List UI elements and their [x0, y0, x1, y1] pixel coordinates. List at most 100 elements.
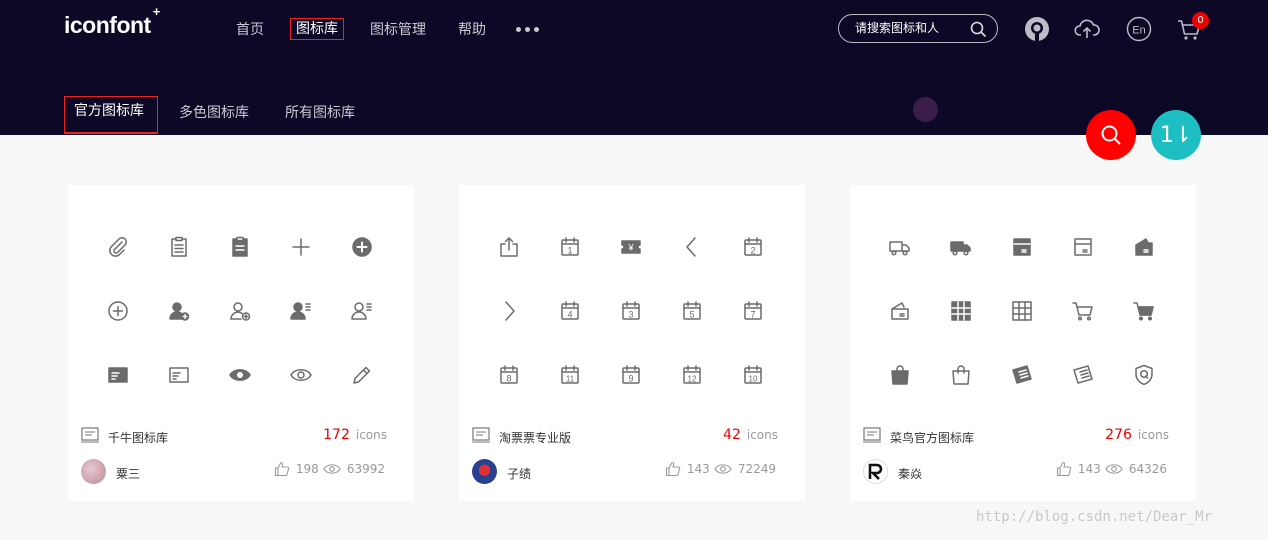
icon-preview-grid: 1 ¥2 4 3 5 7 8 11 9 12 10	[478, 215, 784, 407]
book-filled-icon[interactable]	[991, 343, 1052, 407]
truck-filled-icon[interactable]	[930, 215, 991, 279]
calendar-12-icon[interactable]: 12	[661, 343, 722, 407]
library-card[interactable]: 千牛图标库 172 icons 粟三 198 63992	[68, 185, 414, 501]
r-logo-icon	[868, 463, 882, 480]
thumbs-up-icon[interactable]	[274, 461, 290, 477]
calendar-10-icon[interactable]: 10	[722, 343, 783, 407]
book-outline-icon[interactable]	[1052, 343, 1113, 407]
top-header: iconfont+ 首页 图标库 图标管理 帮助 请搜索图标和人 En 0 官方…	[0, 0, 1268, 135]
calendar-9-icon[interactable]: 9	[600, 343, 661, 407]
github-icon[interactable]	[1024, 16, 1050, 42]
calendar-2-icon[interactable]: 2	[722, 215, 783, 279]
plus-circle-filled-icon[interactable]	[331, 215, 392, 279]
upload-cloud-icon[interactable]	[1074, 16, 1100, 42]
svg-text:8: 8	[506, 373, 511, 383]
shield-q-icon[interactable]	[1113, 343, 1174, 407]
clipboard-filled-icon[interactable]	[209, 215, 270, 279]
search-input[interactable]: 请搜索图标和人	[838, 14, 998, 43]
search-icon[interactable]	[970, 21, 987, 38]
language-en-icon[interactable]: En	[1126, 16, 1152, 42]
avatar[interactable]	[81, 459, 106, 484]
icon-count-unit: icons	[1137, 428, 1169, 442]
chevron-left-icon[interactable]	[661, 215, 722, 279]
tab-official-library[interactable]: 官方图标库	[64, 96, 158, 134]
tab-multicolor-library[interactable]: 多色图标库	[179, 102, 249, 122]
box-outline-icon[interactable]	[1052, 215, 1113, 279]
svg-text:10: 10	[748, 374, 757, 383]
floating-search-button[interactable]	[1086, 110, 1136, 160]
chevron-right-icon[interactable]	[478, 279, 539, 343]
svg-text:9: 9	[628, 373, 633, 383]
calendar-5-icon[interactable]: 5	[661, 279, 722, 343]
library-name[interactable]: 淘票票专业版	[499, 429, 571, 446]
icon-count-unit: icons	[746, 428, 778, 442]
library-icon	[472, 427, 490, 443]
user-list-outline-icon[interactable]	[331, 279, 392, 343]
bag-outline-icon[interactable]	[930, 343, 991, 407]
icon-count: 276	[1105, 427, 1132, 443]
icon-count: 172	[323, 427, 350, 443]
card-filled-icon[interactable]	[87, 343, 148, 407]
user-add-outline-icon[interactable]	[209, 279, 270, 343]
thumbs-up-icon[interactable]	[665, 461, 681, 477]
nav-item-home[interactable]: 首页	[236, 20, 264, 40]
eye-outline-icon[interactable]	[270, 343, 331, 407]
grid-outline-icon[interactable]	[991, 279, 1052, 343]
user-add-filled-icon[interactable]	[148, 279, 209, 343]
calendar-8-icon[interactable]: 8	[478, 343, 539, 407]
author-name[interactable]: 子绩	[507, 465, 531, 482]
eye-icon	[1105, 464, 1123, 474]
ticket-yen-icon[interactable]: ¥	[600, 215, 661, 279]
package-open-outline-icon[interactable]	[869, 279, 930, 343]
eye-icon	[714, 464, 732, 474]
plus-icon[interactable]	[270, 215, 331, 279]
box-filled-icon[interactable]	[991, 215, 1052, 279]
svg-text:1: 1	[567, 245, 572, 255]
nav-item-icon-management[interactable]: 图标管理	[370, 20, 426, 40]
eye-filled-icon[interactable]	[209, 343, 270, 407]
calendar-7-icon[interactable]: 7	[722, 279, 783, 343]
search-icon	[1101, 125, 1121, 145]
user-list-filled-icon[interactable]	[270, 279, 331, 343]
avatar[interactable]	[472, 459, 497, 484]
grid-filled-icon[interactable]	[930, 279, 991, 343]
library-card[interactable]: 1 ¥2 4 3 5 7 8 11 9 12 10 淘票票专业版 42 icons 子绩 143 72…	[459, 185, 805, 501]
calendar-3-icon[interactable]: 3	[600, 279, 661, 343]
paperclip-icon[interactable]	[87, 215, 148, 279]
avatar[interactable]	[863, 459, 888, 484]
icon-preview-grid	[869, 215, 1175, 407]
calendar-1-icon[interactable]: 1	[539, 215, 600, 279]
author-name[interactable]: 粟三	[116, 465, 140, 482]
iconfont-logo[interactable]: iconfont+	[64, 4, 160, 39]
author-name[interactable]: 秦焱	[898, 465, 922, 482]
nav-item-icon-library[interactable]: 图标库	[290, 18, 344, 40]
svg-text:2: 2	[750, 245, 755, 255]
library-card[interactable]: 菜鸟官方图标库 276 icons 秦焱 143 64326	[850, 185, 1196, 501]
truck-outline-icon[interactable]	[869, 215, 930, 279]
view-count: 63992	[346, 462, 385, 476]
calendar-11-icon[interactable]: 11	[539, 343, 600, 407]
more-menu-icon[interactable]	[516, 27, 539, 32]
package-open-filled-icon[interactable]	[1113, 215, 1174, 279]
plus-circle-outline-icon[interactable]	[87, 279, 148, 343]
pencil-icon[interactable]	[331, 343, 392, 407]
cart-filled-icon[interactable]	[1113, 279, 1174, 343]
decorative-dot	[913, 97, 938, 122]
svg-text:En: En	[1132, 25, 1145, 37]
floating-sort-button[interactable]: 1⇂	[1151, 110, 1201, 160]
calendar-4-icon[interactable]: 4	[539, 279, 600, 343]
clipboard-list-icon[interactable]	[148, 215, 209, 279]
thumbs-up-icon[interactable]	[1056, 461, 1072, 477]
library-name[interactable]: 千牛图标库	[108, 429, 168, 446]
tab-all-libraries[interactable]: 所有图标库	[285, 102, 355, 122]
card-outline-icon[interactable]	[148, 343, 209, 407]
sort-icon: 1⇂	[1159, 122, 1193, 148]
cart-count-badge: 0	[1192, 12, 1209, 29]
library-name[interactable]: 菜鸟官方图标库	[890, 429, 974, 446]
svg-text:4: 4	[567, 309, 572, 319]
nav-item-help[interactable]: 帮助	[458, 20, 486, 40]
cart-outline-icon[interactable]	[1052, 279, 1113, 343]
icon-preview-grid	[87, 215, 393, 407]
share-icon[interactable]	[478, 215, 539, 279]
bag-filled-icon[interactable]	[869, 343, 930, 407]
